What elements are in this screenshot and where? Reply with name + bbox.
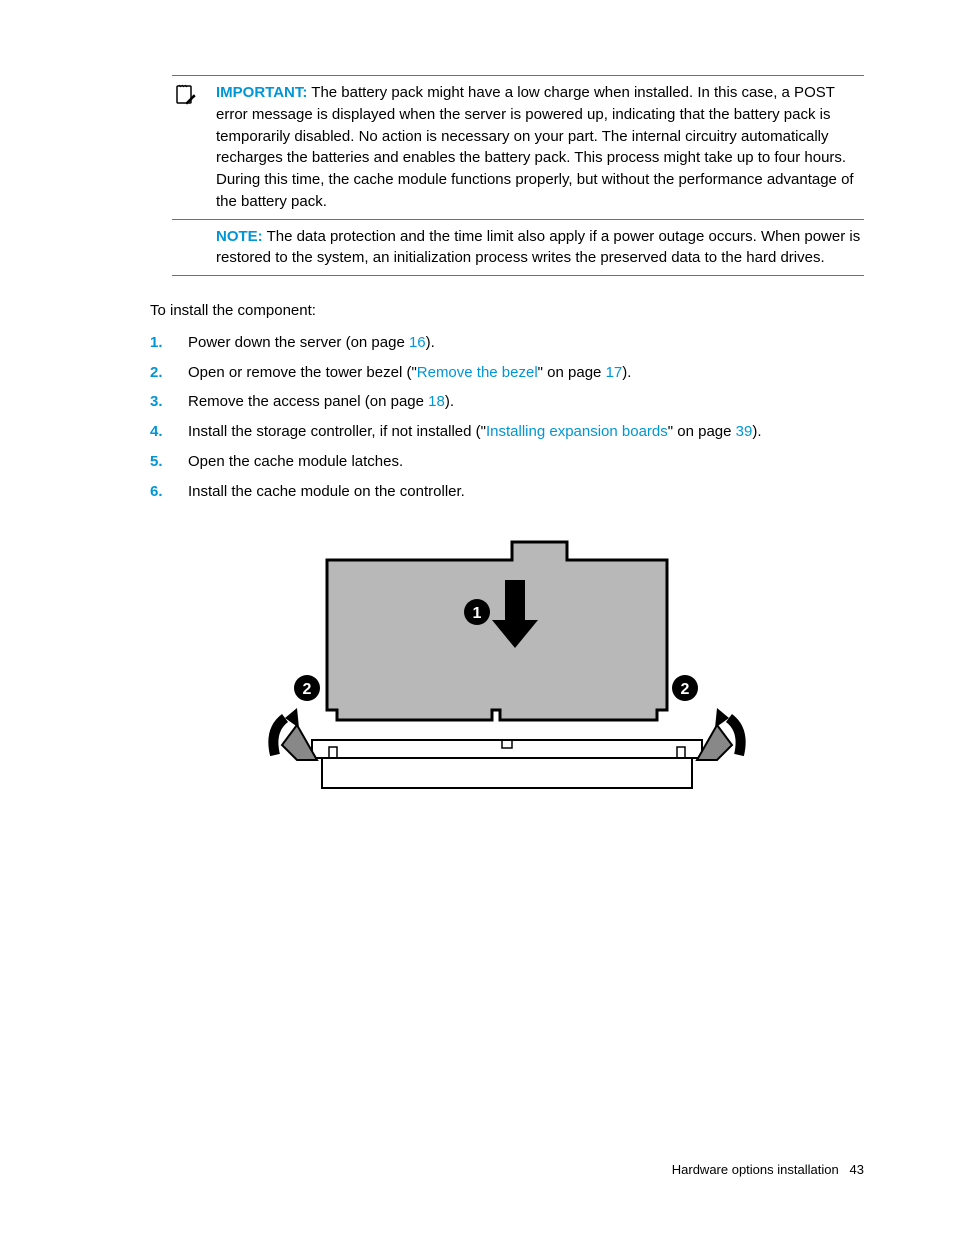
page-link-16[interactable]: 16	[409, 334, 426, 351]
svg-text:2: 2	[681, 681, 690, 698]
step-6: Install the cache module on the controll…	[150, 481, 864, 503]
note-text: The data protection and the time limit a…	[216, 228, 860, 267]
svg-text:2: 2	[303, 681, 312, 698]
page-link-18[interactable]: 18	[428, 393, 445, 410]
page-footer: Hardware options installation 43	[672, 1161, 864, 1180]
step-4: Install the storage controller, if not i…	[150, 421, 864, 443]
footer-section: Hardware options installation	[672, 1162, 839, 1177]
important-callout: IMPORTANT: The battery pack might have a…	[172, 75, 864, 220]
page-link-39[interactable]: 39	[736, 423, 753, 440]
steps-list: Power down the server (on page 16). Open…	[150, 332, 864, 503]
footer-page-number: 43	[850, 1162, 864, 1177]
step-5: Open the cache module latches.	[150, 451, 864, 473]
svg-text:1: 1	[473, 605, 482, 622]
step-2: Open or remove the tower bezel ("Remove …	[150, 362, 864, 384]
note-label: NOTE:	[216, 228, 263, 245]
link-expansion-boards[interactable]: Installing expansion boards	[486, 423, 668, 440]
step-3: Remove the access panel (on page 18).	[150, 391, 864, 413]
page-link-17[interactable]: 17	[606, 364, 623, 381]
link-remove-bezel[interactable]: Remove the bezel	[417, 364, 538, 381]
note-icon	[174, 84, 196, 106]
step-1: Power down the server (on page 16).	[150, 332, 864, 354]
important-text: The battery pack might have a low charge…	[216, 84, 854, 210]
note-callout: NOTE: The data protection and the time l…	[172, 220, 864, 277]
intro-text: To install the component:	[150, 300, 864, 322]
important-label: IMPORTANT:	[216, 84, 307, 101]
installation-diagram: 1 2 2	[150, 530, 864, 837]
